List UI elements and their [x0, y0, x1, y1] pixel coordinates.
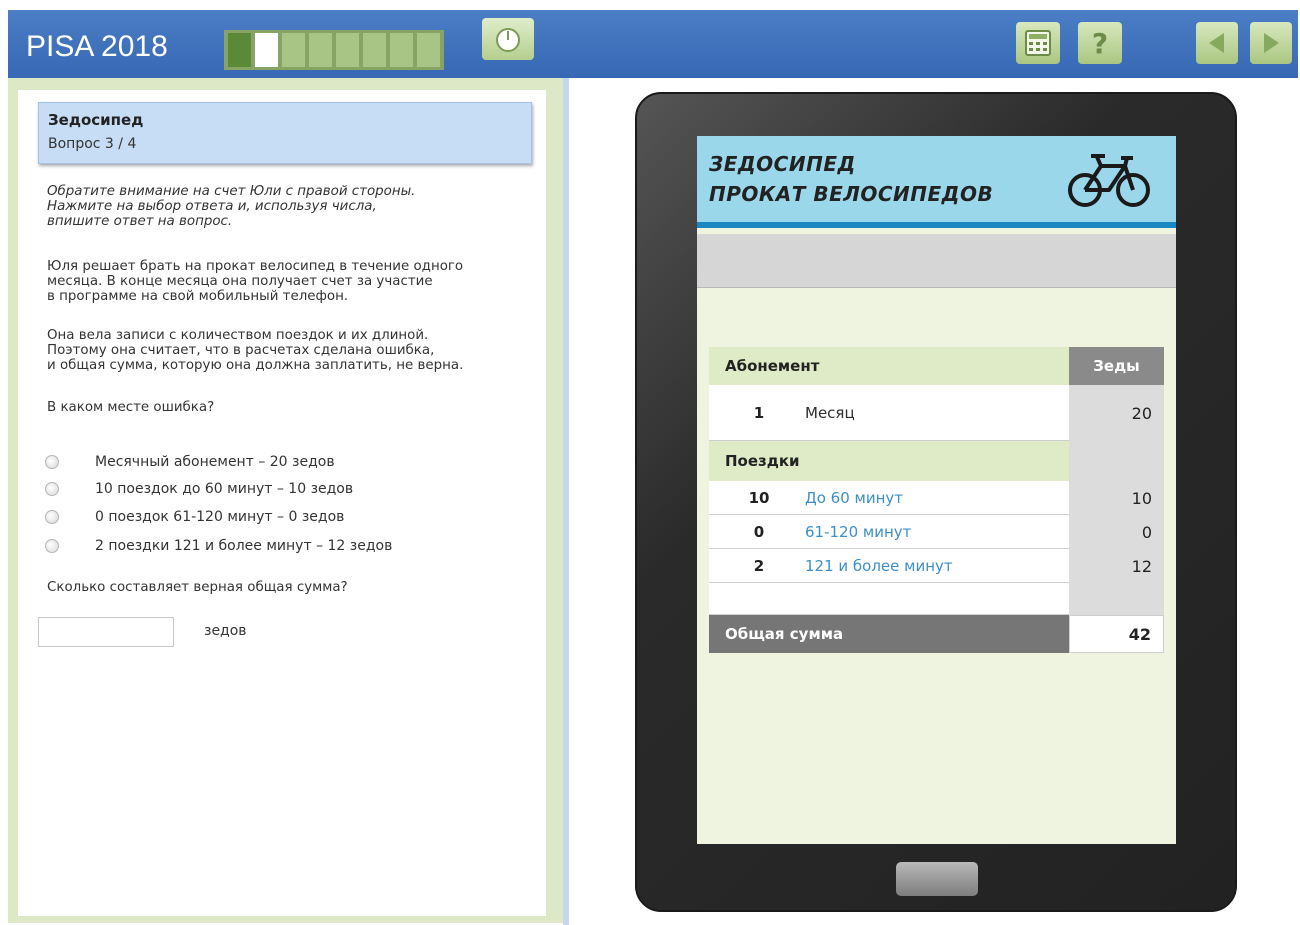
paragraph-line: Поэтому она считает, что в расчетах сдел…: [47, 343, 435, 358]
table-row: 2 121 и более минут 12: [709, 549, 1164, 583]
back-button[interactable]: [1196, 22, 1238, 64]
progress-segment: [390, 33, 413, 67]
total-answer-input[interactable]: [38, 617, 174, 647]
row-value: 0: [1069, 515, 1164, 549]
subscription-label: Абонемент: [725, 357, 820, 375]
table-row: 0 61-120 минут 0: [709, 515, 1164, 549]
paragraph-line: и общая сумма, которую она должна заплат…: [47, 358, 464, 373]
row-main-cell: 2 121 и более минут: [709, 549, 1069, 583]
trips-header-row: Поездки: [709, 441, 1164, 481]
table-row: 1 Месяц 20: [709, 385, 1164, 441]
row-value: [1069, 583, 1164, 615]
subscription-header-row: Абонемент Зеды: [709, 347, 1164, 385]
row-desc: 121 и более минут: [805, 556, 953, 575]
progress-segment: [309, 33, 332, 67]
progress-segment: [282, 33, 305, 67]
trips-header-value: [1069, 441, 1164, 481]
panel-divider: [563, 78, 569, 925]
table-row: 10 До 60 минут 10: [709, 481, 1164, 515]
radio-button[interactable]: [45, 455, 59, 469]
progress-segment: [417, 33, 440, 67]
timer-icon: [496, 28, 520, 52]
app-header: ЗЕДОСИПЕД ПРОКАТ ВЕЛОСИПЕДОВ: [697, 136, 1176, 228]
currency-header: Зеды: [1069, 347, 1164, 385]
option-label: 0 поездок 61-120 минут – 0 зедов: [95, 509, 345, 525]
back-arrow-icon: [1209, 33, 1224, 53]
help-icon: ?: [1091, 26, 1109, 60]
total-row: Общая сумма 42: [709, 615, 1164, 653]
answer-option[interactable]: 2 поездки 121 и более минут – 12 зедов: [45, 535, 392, 557]
row-qty: 1: [753, 403, 765, 422]
option-label: Месячный абонемент – 20 зедов: [95, 454, 335, 470]
trips-label: Поездки: [725, 452, 800, 470]
row-qty: 2: [753, 556, 765, 575]
total-label-cell: Общая сумма: [709, 615, 1069, 653]
row-main-cell: 10 До 60 минут: [709, 481, 1069, 515]
row-qty: 10: [748, 488, 770, 507]
table-row: [709, 583, 1164, 615]
scenario-paragraph: Она вела записи с количеством поездок и …: [47, 328, 537, 373]
answer-option[interactable]: Месячный абонемент – 20 зедов: [45, 451, 335, 473]
progress-segment: [228, 33, 251, 67]
top-bar: PISA 2018 ?: [8, 10, 1298, 78]
radio-button[interactable]: [45, 510, 59, 524]
question-prompt: В каком месте ошибка?: [47, 400, 215, 415]
paragraph-line: в программе на свой мобильный телефон.: [47, 289, 349, 304]
timer-button[interactable]: [482, 18, 534, 60]
answer-option[interactable]: 0 поездок 61-120 минут – 0 зедов: [45, 506, 344, 528]
row-desc: До 60 минут: [805, 488, 904, 507]
question-number: Вопрос 3 / 4: [48, 136, 137, 152]
progress-segment: [363, 33, 386, 67]
scenario-paragraph: Юля решает брать на прокат велосипед в т…: [47, 259, 537, 304]
row-value: 20: [1069, 385, 1164, 441]
calculator-icon: [1025, 30, 1051, 56]
tablet-home-button: [896, 862, 978, 896]
instructions-line: Обратите внимание на счет Юли с правой с…: [47, 184, 416, 199]
total-value: 42: [1069, 615, 1164, 653]
radio-button[interactable]: [45, 482, 59, 496]
paragraph-line: Юля решает брать на прокат велосипед в т…: [47, 259, 464, 274]
row-qty: 0: [753, 522, 765, 541]
help-button[interactable]: ?: [1078, 22, 1122, 64]
total-label: Общая сумма: [725, 625, 844, 643]
paragraph-line: Она вела записи с количеством поездок и …: [47, 328, 429, 343]
instructions-line: Нажмите на выбор ответа и, используя чис…: [47, 199, 377, 214]
progress-segment: [336, 33, 359, 67]
row-desc: 61-120 минут: [805, 522, 912, 541]
bicycle-icon: [1068, 154, 1150, 207]
progress-indicator: [224, 30, 444, 70]
option-label: 2 поездки 121 и более минут – 12 зедов: [95, 538, 393, 554]
row-desc: Месяц: [805, 403, 855, 422]
answer-option[interactable]: 10 поездок до 60 минут – 10 зедов: [45, 478, 353, 500]
answer-unit: зедов: [204, 623, 247, 639]
subscription-header-cell: Абонемент: [709, 347, 1069, 385]
row-main-cell: [709, 583, 1069, 615]
instructions-line: впишите ответ на вопрос.: [47, 214, 233, 229]
row-main-cell: 1 Месяц: [709, 385, 1069, 441]
total-prompt: Сколько составляет верная общая сумма?: [47, 580, 348, 595]
app-title: PISA 2018: [26, 30, 168, 63]
row-main-cell: 0 61-120 минут: [709, 515, 1069, 549]
question-header: Зедосипед Вопрос 3 / 4: [38, 102, 532, 164]
paragraph-line: месяца. В конце месяца она получает счет…: [47, 274, 433, 289]
option-label: 10 поездок до 60 минут – 10 зедов: [95, 481, 354, 497]
row-value: 12: [1069, 549, 1164, 583]
progress-segment: [255, 33, 278, 67]
app-toolbar-area: [697, 234, 1176, 288]
calculator-button[interactable]: [1016, 22, 1060, 64]
app-brand-title: ЗЕДОСИПЕД: [709, 152, 856, 176]
row-value: 10: [1069, 481, 1164, 515]
forward-arrow-icon: [1264, 33, 1279, 53]
forward-button[interactable]: [1250, 22, 1292, 64]
question-title: Зедосипед: [48, 111, 144, 129]
trips-header-cell: Поездки: [709, 441, 1069, 481]
radio-button[interactable]: [45, 539, 59, 553]
app-brand-subtitle: ПРОКАТ ВЕЛОСИПЕДОВ: [709, 182, 994, 206]
instructions: Обратите внимание на счет Юли с правой с…: [47, 184, 537, 229]
